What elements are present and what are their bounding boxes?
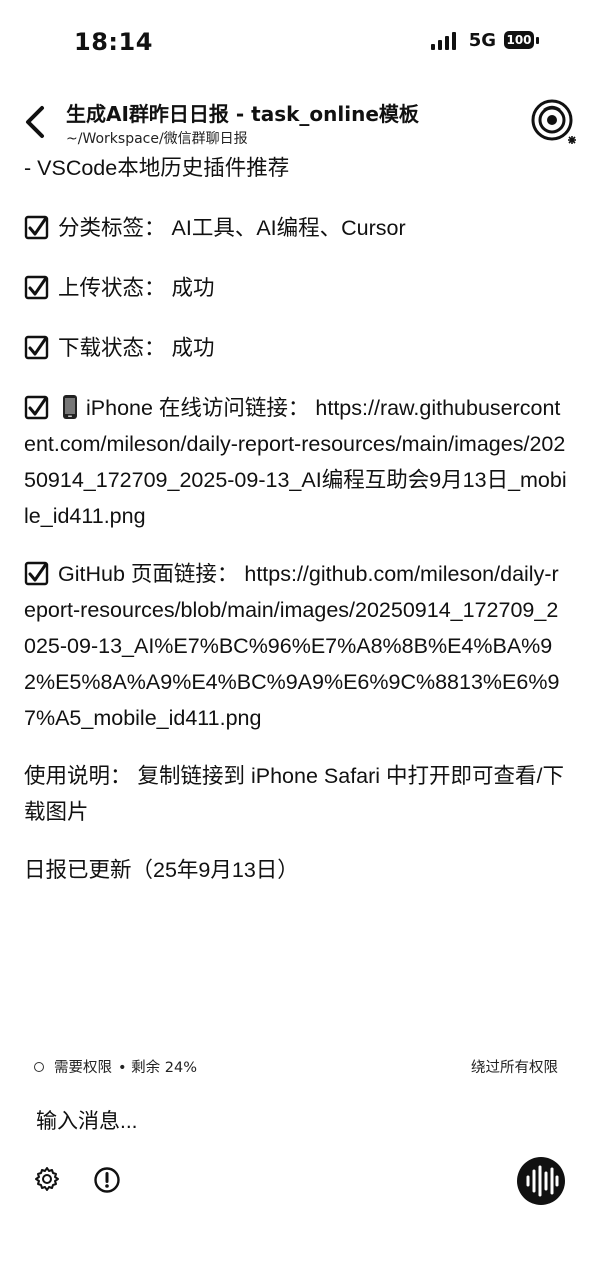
status-indicators: 5G 100 (430, 30, 540, 51)
need-permission-label: 需要权限 (54, 1060, 112, 1076)
checkbox-checked-icon (24, 561, 49, 586)
status-bar: 18:14 5G 100 (0, 0, 590, 88)
voice-waveform-icon[interactable] (516, 1156, 566, 1206)
checkbox-checked-icon (24, 395, 49, 420)
github-link-block: GitHub 页面链接： https://github.com/mileson/… (24, 556, 569, 736)
footer-note: 日报已更新（25年9月13日） (24, 858, 299, 882)
circle-icon (34, 1061, 44, 1072)
message-content: - VSCode本地历史插件推荐 分类标签： AI工具、AI编程、Cursor … (24, 150, 569, 888)
plugin-line: - VSCode本地历史插件推荐 (24, 156, 290, 180)
upload-value: 成功 (171, 276, 215, 300)
github-link-url[interactable]: https://github.com/mileson/daily-report-… (24, 562, 559, 730)
checkbox-checked-icon (24, 215, 49, 240)
status-time: 18:14 (74, 28, 153, 56)
tags-value: AI工具、AI编程、Cursor (171, 216, 406, 240)
github-link-label: GitHub 页面链接： (58, 562, 239, 586)
upload-line: 上传状态： 成功 (24, 270, 569, 306)
download-value: 成功 (171, 336, 215, 360)
mobile-phone-icon (63, 395, 77, 419)
message-input[interactable] (26, 1100, 586, 1144)
usage-label: 使用说明： (24, 764, 132, 788)
iphone-link-label: iPhone 在线访问链接： (86, 396, 310, 420)
gear-icon[interactable] (34, 1166, 60, 1192)
permission-status[interactable]: 需要权限 • 剩余 24% (34, 1056, 197, 1077)
network-type: 5G (468, 30, 496, 51)
permission-bar: 需要权限 • 剩余 24% 绕过所有权限 (34, 1056, 558, 1078)
download-label: 下载状态： (58, 336, 166, 360)
battery-level: 100 (504, 30, 534, 49)
download-line: 下载状态： 成功 (24, 330, 569, 366)
usage-line: 使用说明： 复制链接到 iPhone Safari 中打开即可查看/下载图片 (24, 758, 569, 830)
page-title: 生成AI群昨日日报 - task_online模板 (66, 102, 419, 126)
tags-line: 分类标签： AI工具、AI编程、Cursor (24, 210, 569, 246)
alert-circle-icon[interactable] (93, 1166, 121, 1194)
tags-label: 分类标签： (58, 216, 166, 240)
page-subtitle: ~/Workspace/微信群聊日报 (66, 131, 248, 147)
bypass-permissions-button[interactable]: 绕过所有权限 (471, 1056, 558, 1077)
chat-header: 生成AI群昨日日报 - task_online模板 ~/Workspace/微信… (0, 92, 590, 156)
signal-bars-icon (430, 31, 456, 50)
battery-icon: 100 (504, 30, 540, 51)
checkbox-checked-icon (24, 275, 49, 300)
agent-avatar-icon[interactable] (528, 96, 580, 148)
upload-label: 上传状态： (58, 276, 166, 300)
checkbox-checked-icon (24, 335, 49, 360)
iphone-link-block: iPhone 在线访问链接： https://raw.githubusercon… (24, 390, 569, 534)
remaining-label: • 剩余 24% (118, 1060, 197, 1076)
chevron-left-icon[interactable] (18, 102, 52, 142)
